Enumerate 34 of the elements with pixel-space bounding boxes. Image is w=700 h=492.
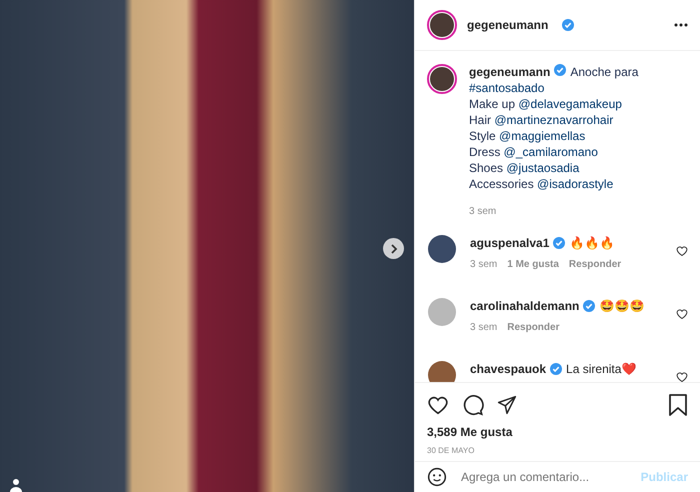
- like-comment-icon[interactable]: [676, 371, 688, 382]
- share-icon[interactable]: [497, 395, 517, 415]
- next-button[interactable]: [383, 238, 404, 259]
- likes-count[interactable]: 3,589 Me gusta: [427, 425, 688, 439]
- avatar[interactable]: [428, 361, 456, 382]
- post-time: 3 sem: [469, 206, 498, 217]
- avatar[interactable]: [427, 10, 457, 40]
- comment-icon[interactable]: [462, 394, 484, 416]
- like-comment-icon[interactable]: [676, 308, 688, 320]
- mention-link[interactable]: @delavegamakeup: [518, 97, 622, 111]
- more-options-icon[interactable]: [674, 23, 688, 27]
- mention-link[interactable]: @justaosadia: [506, 161, 580, 175]
- person-icon[interactable]: [8, 478, 24, 492]
- comment-text: 🔥🔥🔥: [569, 235, 614, 251]
- emoji-icon[interactable]: [427, 467, 447, 487]
- comment-username[interactable]: carolinahaldemann: [470, 298, 580, 314]
- like-comment-icon[interactable]: [676, 245, 688, 257]
- comment-text: La sirenita❤: [566, 361, 636, 377]
- comment-username[interactable]: aguspenalva1: [470, 235, 550, 251]
- like-icon[interactable]: [427, 394, 449, 416]
- mention-link[interactable]: @martineznavarrohair: [494, 113, 614, 127]
- mention-link[interactable]: @_camilaromano: [504, 145, 598, 159]
- comment-username[interactable]: chavespauok: [470, 361, 546, 377]
- post-date: 30 DE MAYO: [427, 446, 476, 455]
- hashtag-link[interactable]: #santosabado: [469, 81, 544, 95]
- mention-link[interactable]: @isadorastyle: [537, 177, 614, 191]
- chevron-icon: [390, 244, 398, 254]
- mention-link[interactable]: @maggiemellas: [499, 129, 586, 143]
- avatar[interactable]: [427, 64, 457, 94]
- bookmark-icon[interactable]: [668, 394, 688, 416]
- comment-text: 🤩🤩🤩: [599, 298, 644, 314]
- avatar[interactable]: [428, 235, 456, 263]
- caption-text: gegeneumann Anoche para #santosabado Make up @delavegamakeup Hair @martineznavarrohair Style @maggiemellas Dress @_camilaromano Shoes @justaosadia Accessories @isadorastyle: [469, 64, 638, 192]
- username[interactable]: gegeneumann: [467, 18, 548, 32]
